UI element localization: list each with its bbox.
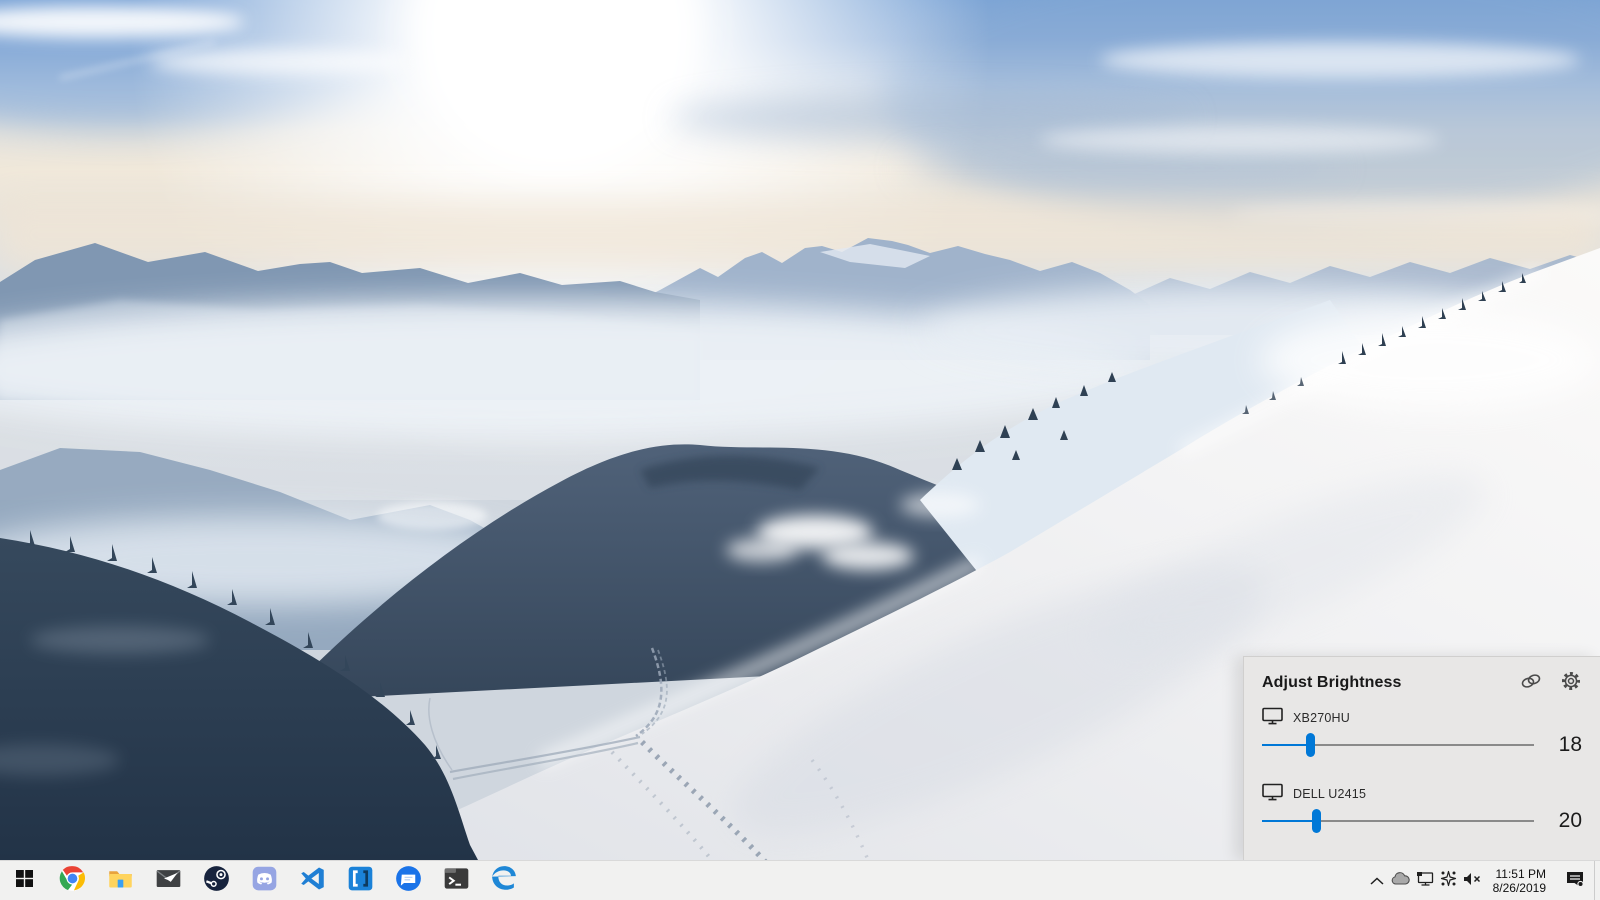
brightness-value: 20 xyxy=(1542,809,1582,833)
taskbar-app-brackets[interactable] xyxy=(336,861,384,900)
monitor-name: XB270HU xyxy=(1293,711,1350,725)
system-tray: 11:51 PM 8/26/2019 xyxy=(1365,861,1600,900)
monitor-row: XB270HU xyxy=(1262,709,1582,727)
slider-thumb[interactable] xyxy=(1306,733,1315,757)
brackets-icon xyxy=(347,865,374,897)
link-monitors-button[interactable] xyxy=(1520,672,1542,694)
notification-icon xyxy=(1565,870,1585,893)
slider-thumb[interactable] xyxy=(1312,809,1321,833)
network-tray-button[interactable] xyxy=(1413,861,1437,900)
mail-icon xyxy=(155,865,182,897)
taskbar-app-steam[interactable] xyxy=(192,861,240,900)
brightness-value: 18 xyxy=(1542,733,1582,757)
settings-button[interactable] xyxy=(1560,672,1582,694)
slider-fill xyxy=(1262,744,1311,746)
taskbar-app-mail[interactable] xyxy=(144,861,192,900)
brightness-flyout-panel: Adjust Brightness xyxy=(1243,656,1600,860)
chevron-up-icon xyxy=(1370,872,1384,890)
terminal-icon xyxy=(443,865,470,897)
vscode-icon xyxy=(299,865,326,897)
monitor-name: DELL U2415 xyxy=(1293,787,1366,801)
hidden-icons-button[interactable] xyxy=(1365,861,1389,900)
brightness-slider-dell-u2415[interactable] xyxy=(1262,807,1534,835)
start-button[interactable] xyxy=(0,861,48,900)
taskbar-app-discord[interactable] xyxy=(240,861,288,900)
panel-title: Adjust Brightness xyxy=(1262,674,1520,692)
taskbar-app-edge[interactable] xyxy=(480,861,528,900)
brightness-slider-xb270hu[interactable] xyxy=(1262,731,1534,759)
discord-icon xyxy=(251,865,278,897)
taskbar-app-vscode[interactable] xyxy=(288,861,336,900)
volume-muted-icon xyxy=(1463,872,1482,891)
sparkle-brightness-icon xyxy=(1440,870,1457,892)
taskbar: 11:51 PM 8/26/2019 xyxy=(0,860,1600,900)
volume-tray-button[interactable] xyxy=(1461,861,1485,900)
edge-icon xyxy=(489,863,519,898)
show-desktop-button[interactable] xyxy=(1594,861,1600,900)
onedrive-tray-button[interactable] xyxy=(1389,861,1413,900)
taskbar-app-messages[interactable] xyxy=(384,861,432,900)
twinkle-tray-button[interactable] xyxy=(1437,861,1461,900)
taskbar-app-chrome[interactable] xyxy=(48,861,96,900)
folder-icon xyxy=(107,865,134,897)
link-icon xyxy=(1519,670,1543,697)
gear-icon xyxy=(1560,670,1582,697)
monitor-icon xyxy=(1262,707,1283,730)
chrome-icon xyxy=(59,865,86,897)
taskbar-app-file-explorer[interactable] xyxy=(96,861,144,900)
network-display-icon xyxy=(1416,871,1434,891)
desktop: Adjust Brightness xyxy=(0,0,1600,900)
messages-icon xyxy=(395,865,422,897)
windows-logo-icon xyxy=(16,870,33,892)
tray-time: 11:51 PM xyxy=(1493,867,1546,881)
slider-fill xyxy=(1262,820,1316,822)
cloud-icon xyxy=(1391,872,1410,890)
monitor-row: DELL U2415 xyxy=(1262,785,1582,803)
steam-icon xyxy=(203,865,230,897)
monitor-icon xyxy=(1262,783,1283,806)
tray-date: 8/26/2019 xyxy=(1493,881,1546,895)
taskbar-app-terminal[interactable] xyxy=(432,861,480,900)
action-center-button[interactable] xyxy=(1556,861,1594,900)
taskbar-clock[interactable]: 11:51 PM 8/26/2019 xyxy=(1493,867,1546,895)
